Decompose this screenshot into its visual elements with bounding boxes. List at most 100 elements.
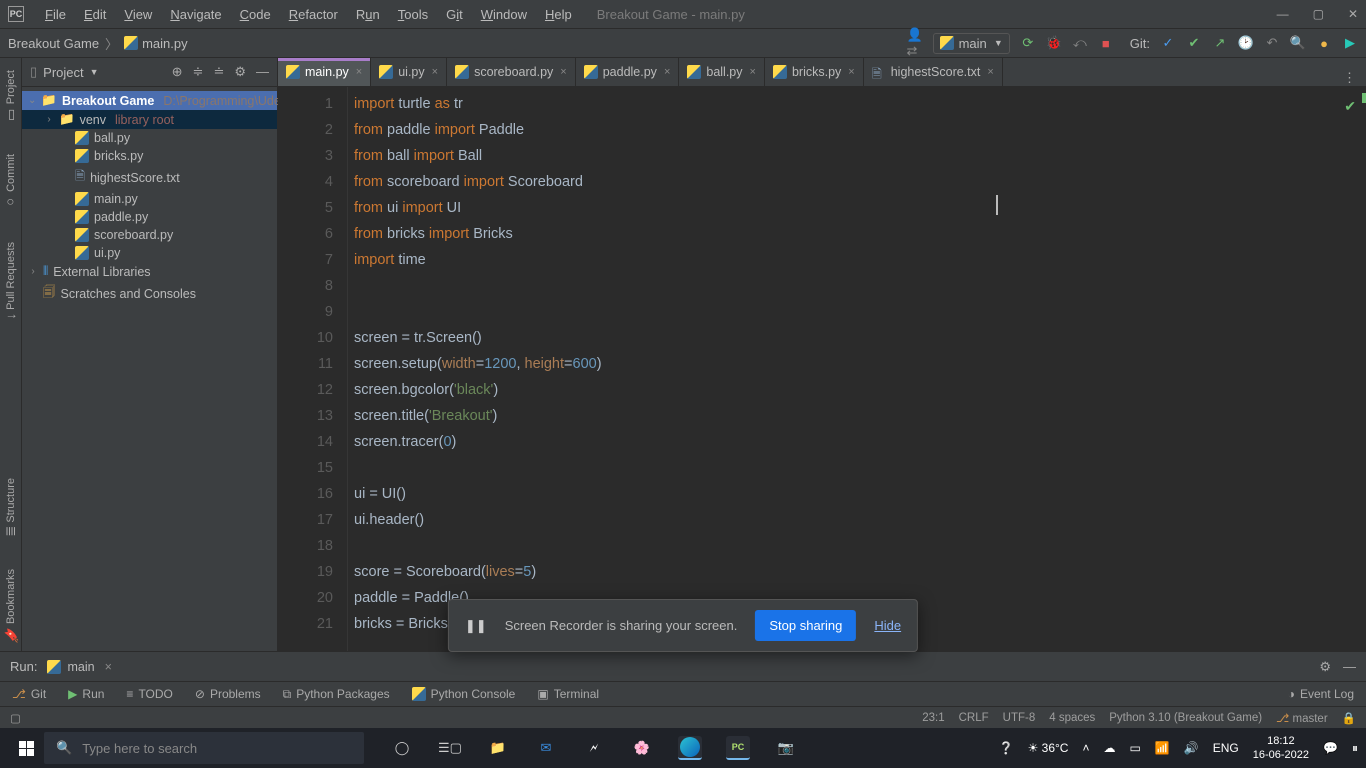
close-button[interactable]: ✕ xyxy=(1348,7,1358,21)
volume-icon[interactable]: 🔊 xyxy=(1184,741,1199,755)
user-swap-icon[interactable]: 👤⇄ xyxy=(907,35,923,51)
search-everywhere-icon[interactable]: 🔍 xyxy=(1290,35,1306,51)
editor-body[interactable]: 123456789101112131415161718192021 import… xyxy=(278,87,1366,651)
code-pane[interactable]: import turtle as trfrom paddle import Pa… xyxy=(348,87,1366,651)
menu-help[interactable]: Help xyxy=(536,1,581,28)
notifications-icon[interactable]: 💬 xyxy=(1323,741,1338,755)
explorer-icon[interactable]: 📁 xyxy=(486,736,510,760)
hide-panel-icon[interactable]: — xyxy=(256,64,269,80)
language-indicator[interactable]: ENG xyxy=(1213,741,1239,755)
tree-file[interactable]: ui.py xyxy=(22,244,277,262)
breadcrumb-file[interactable]: main.py xyxy=(124,36,188,51)
camera-icon[interactable]: 📷 xyxy=(774,736,798,760)
inspection-ok-icon[interactable]: ✔ xyxy=(1344,93,1356,119)
ide-update-icon[interactable]: ● xyxy=(1316,35,1332,51)
stop-button-icon[interactable]: ■ xyxy=(1098,35,1114,51)
close-tab-icon[interactable]: × xyxy=(750,66,756,78)
close-tab-icon[interactable]: × xyxy=(432,66,438,78)
app-icon-2[interactable]: 🌸 xyxy=(630,736,654,760)
editor-tab[interactable]: main.py× xyxy=(278,58,371,86)
taskbar-search[interactable]: 🔍 Type here to search xyxy=(44,732,364,764)
git-history-icon[interactable]: 🕑 xyxy=(1238,35,1254,51)
close-tab-icon[interactable]: × xyxy=(560,66,566,78)
recording-indicator-icon[interactable]: ⏸ xyxy=(1352,741,1358,756)
tree-file[interactable]: bricks.py xyxy=(22,147,277,165)
status-lock-icon[interactable]: 🔒 xyxy=(1342,711,1356,725)
battery-icon[interactable]: ▭ xyxy=(1129,741,1140,755)
minimize-button[interactable]: — xyxy=(1277,7,1289,21)
editor-tab[interactable]: 🗎highestScore.txt× xyxy=(864,58,1003,86)
status-position[interactable]: 23:1 xyxy=(922,712,944,724)
tree-file[interactable]: main.py xyxy=(22,190,277,208)
rail-project[interactable]: ▯ Project xyxy=(1,62,20,130)
menu-refactor[interactable]: Refactor xyxy=(280,1,347,28)
tool-todo[interactable]: ≡TODO xyxy=(126,687,172,701)
run-tool-tab[interactable]: main × xyxy=(47,660,111,674)
editor-tab[interactable]: scoreboard.py× xyxy=(447,58,576,86)
rail-bookmarks[interactable]: 🔖 Bookmarks xyxy=(1,561,20,651)
status-encoding[interactable]: UTF-8 xyxy=(1003,712,1036,724)
status-interpreter[interactable]: Python 3.10 (Breakout Game) xyxy=(1109,712,1262,724)
tool-python-console[interactable]: Python Console xyxy=(412,687,516,701)
help-icon[interactable]: ❔ xyxy=(999,741,1014,755)
menu-view[interactable]: View xyxy=(115,1,161,28)
rail-commit[interactable]: ○ Commit xyxy=(1,146,20,218)
more-tabs-icon[interactable]: ⋮ xyxy=(1333,70,1366,86)
tool-terminal[interactable]: ▣Terminal xyxy=(537,687,599,701)
maximize-button[interactable]: ▢ xyxy=(1313,7,1324,21)
tree-file[interactable]: scoreboard.py xyxy=(22,226,277,244)
rail-pull-requests[interactable]: ↓ Pull Requests xyxy=(1,234,20,327)
menu-run[interactable]: Run xyxy=(347,1,389,28)
tree-scratches[interactable]: 🗐 Scratches and Consoles xyxy=(22,281,277,306)
onedrive-icon[interactable]: ☁ xyxy=(1103,741,1115,755)
pycharm-icon[interactable]: PC xyxy=(726,736,750,760)
settings-icon[interactable]: ⚙ xyxy=(234,64,246,80)
tray-expand-icon[interactable]: ˄ xyxy=(1082,741,1089,755)
editor-tab[interactable]: ui.py× xyxy=(371,58,447,86)
editor-tab[interactable]: bricks.py× xyxy=(765,58,864,86)
git-update-icon[interactable]: ✓ xyxy=(1160,35,1176,51)
close-tab-icon[interactable]: × xyxy=(664,66,670,78)
close-tab-icon[interactable]: × xyxy=(356,66,362,78)
app-icon-1[interactable]: 🗲 xyxy=(582,736,606,760)
menu-navigate[interactable]: Navigate xyxy=(161,1,230,28)
run-configuration-selector[interactable]: main ▼ xyxy=(933,33,1010,54)
expand-all-icon[interactable]: ≑ xyxy=(193,64,204,80)
tool-windows-icon[interactable]: ▢ xyxy=(10,711,21,725)
close-tab-icon[interactable]: × xyxy=(848,66,854,78)
tool-python-packages[interactable]: ⧉Python Packages xyxy=(283,687,390,702)
close-icon[interactable]: × xyxy=(105,660,112,674)
chevron-down-icon[interactable]: ▼ xyxy=(90,67,99,77)
cortana-icon[interactable]: ☰▢ xyxy=(438,736,462,760)
hide-run-icon[interactable]: — xyxy=(1343,659,1356,675)
menu-git[interactable]: Git xyxy=(437,1,472,28)
mail-icon[interactable]: ✉ xyxy=(534,736,558,760)
git-push-icon[interactable]: ↗ xyxy=(1212,35,1228,51)
coverage-icon[interactable]: ⤺ xyxy=(1072,35,1088,51)
editor-tab[interactable]: paddle.py× xyxy=(576,58,680,86)
status-indent[interactable]: 4 spaces xyxy=(1049,712,1095,724)
tree-file[interactable]: ball.py xyxy=(22,129,277,147)
menu-tools[interactable]: Tools xyxy=(389,1,437,28)
git-commit-icon[interactable]: ✔ xyxy=(1186,35,1202,51)
tool-event-log[interactable]: ◑Event Log xyxy=(1288,687,1354,701)
breadcrumb-project[interactable]: Breakout Game xyxy=(8,36,99,51)
tree-root[interactable]: ⌄📁 Breakout Game D:\Programming\Ude xyxy=(22,91,277,110)
edge-icon[interactable] xyxy=(678,736,702,760)
codewithme-icon[interactable]: ▶ xyxy=(1342,35,1358,51)
status-git-branch[interactable]: ⎇ master xyxy=(1276,711,1328,725)
wifi-icon[interactable]: 📶 xyxy=(1155,741,1170,755)
debug-button-icon[interactable]: 🐞 xyxy=(1046,35,1062,51)
tree-venv[interactable]: ›📁 venv library root xyxy=(22,110,277,129)
git-rollback-icon[interactable]: ↶ xyxy=(1264,35,1280,51)
tree-external-libraries[interactable]: ›⫴ External Libraries xyxy=(22,262,277,281)
rail-structure[interactable]: ≣ Structure xyxy=(1,470,20,545)
start-button[interactable] xyxy=(8,733,44,763)
menu-edit[interactable]: Edit xyxy=(75,1,115,28)
project-panel-title[interactable]: Project xyxy=(43,65,83,80)
tool-run[interactable]: ▶Run xyxy=(68,687,104,701)
pause-icon[interactable]: ❚❚ xyxy=(465,618,487,634)
hide-share-banner[interactable]: Hide xyxy=(874,618,901,633)
stop-sharing-button[interactable]: Stop sharing xyxy=(755,610,856,641)
tool-git[interactable]: ⎇Git xyxy=(12,687,46,701)
